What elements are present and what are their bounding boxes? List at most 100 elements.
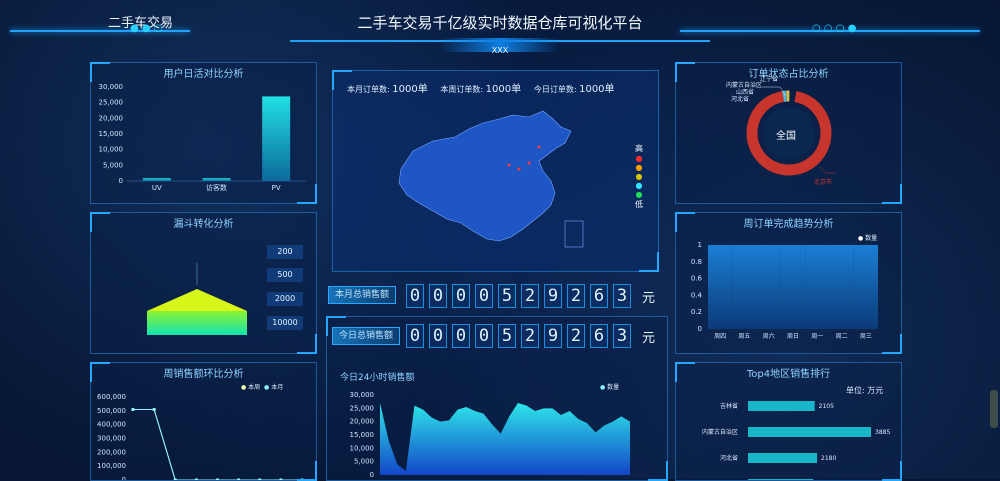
sales-digit: 0 <box>429 284 447 308</box>
sales-digit: 0 <box>452 284 470 308</box>
hourly-sales-title: 今日24小时销售额 <box>340 373 415 383</box>
donut-label-4: 河北省 <box>731 96 750 103</box>
y-tick-label: 20,000 <box>99 114 124 122</box>
top-regions-chart: 吉林省2105内蒙古自治区3885河北省2180天津市2058 <box>702 401 890 480</box>
south-sea-inset <box>564 220 584 248</box>
sales-digit: 0 <box>429 324 447 348</box>
bar <box>748 453 818 463</box>
sales-digit: 0 <box>406 284 424 308</box>
series-line <box>133 408 302 480</box>
sales-digit: 3 <box>613 284 631 308</box>
y-tick-label: 300,000 <box>97 435 126 443</box>
map-panel: 本月订单数: 1000单 本周订单数: 1000单 今日订单数: 1000单 高… <box>332 70 659 272</box>
sales-digit: 5 <box>498 284 516 308</box>
header: 二手车交易 ● ● ○ ○ ○ ○ ● 二手车交易千亿级实时数据仓库可视化平台 … <box>0 0 1000 55</box>
sales-digit: 2 <box>521 284 539 308</box>
y-tick-label: 0 <box>370 471 374 479</box>
y-tick-label: 0 <box>122 476 126 480</box>
y-tick-label: 0 <box>698 325 702 333</box>
y-tick-label: 0.6 <box>691 275 703 283</box>
y-tick-label: 25,000 <box>99 99 124 107</box>
funnel-value-2: 500 <box>267 268 303 282</box>
side-scroll-handle[interactable] <box>990 390 998 428</box>
y-tick-label: 0.8 <box>691 258 702 266</box>
heat-legend: 高 ● ● ● ● ● 低 <box>633 143 645 210</box>
today-sales-label: 今日总销售额 <box>332 327 401 345</box>
weekly-orders-panel: 周订单完成趋势分析 ● 数量 0 0.2 0.4 0.6 0.8 1 周四 周五 周六 周日 周一周… <box>675 212 902 354</box>
x-tick-label: 周一 <box>811 333 823 340</box>
hourly-sales-chart: 0 5,000 10,000 15,000 20,000 25,000 30,000 <box>350 391 630 479</box>
sales-digit: 6 <box>590 324 608 348</box>
bar <box>142 178 171 181</box>
x-tick-label: 周四 <box>714 333 726 340</box>
bar <box>756 245 781 329</box>
series-line <box>133 408 302 480</box>
sales-digit: 0 <box>452 324 470 348</box>
y-tick-label: 200,000 <box>97 448 126 456</box>
sales-digit: 5 <box>498 324 516 348</box>
funnel-top-shape <box>147 289 247 311</box>
series-point <box>152 407 156 412</box>
y-tick-label: 20,000 <box>350 418 375 426</box>
map-hotspot <box>537 145 541 149</box>
month-sales-unit: 元 <box>642 291 656 306</box>
bar <box>708 245 733 329</box>
today-sales-unit: 元 <box>642 331 656 346</box>
region-label: 吉林省 <box>720 402 738 410</box>
weekly-sales-chart: 0 100,000 200,000 300,000 400,000 500,000 600,… <box>97 393 304 480</box>
y-tick-label: 30,000 <box>350 391 375 399</box>
x-tick-label: 周日 <box>787 333 799 340</box>
x-tick-label: PV <box>272 184 281 192</box>
y-tick-label: 0.4 <box>691 291 703 299</box>
weekly-orders-chart: 0 0.2 0.4 0.6 0.8 1 周四 周五 周六 周日 周一 周二 周三 <box>691 241 878 340</box>
bar <box>780 245 806 329</box>
sales-digit: 3 <box>613 324 631 348</box>
y-tick-label: 5,000 <box>354 458 374 466</box>
y-tick-label: 100,000 <box>97 462 126 470</box>
y-tick-label: 15,000 <box>99 130 124 138</box>
order-status-panel: 订单状态占比分析 全国 辽宁省 内蒙古自治区 山西省 河北省 北京市 <box>675 62 902 204</box>
bar <box>748 479 814 480</box>
subtitle: XXX <box>491 46 509 55</box>
user-activity-chart: 0 5,000 10,000 15,000 20,000 25,000 30,000 UV 访客… <box>99 83 306 192</box>
china-map[interactable] <box>333 71 658 271</box>
legend-dot-3: ● <box>635 172 643 181</box>
legend-dot-1: ● <box>635 154 643 163</box>
y-tick-label: 10,000 <box>350 444 375 452</box>
map-hotspot <box>517 167 521 171</box>
data-label: 2180 <box>821 455 836 462</box>
y-tick-label: 0.2 <box>691 308 702 316</box>
sales-digit: 9 <box>544 284 562 308</box>
month-sales-label: 本月总销售额 <box>328 286 397 304</box>
user-activity-panel: 用户日活对比分析 0 5,000 10,000 15,000 20,000 25,000 3… <box>90 62 317 204</box>
region-label: 内蒙古自治区 <box>702 428 738 436</box>
y-tick-label: 1 <box>698 241 702 249</box>
bar <box>805 245 830 329</box>
area-series <box>380 403 630 475</box>
sales-digit: 0 <box>475 324 493 348</box>
sales-digit: 0 <box>406 324 424 348</box>
series-point <box>131 407 135 412</box>
y-tick-label: 600,000 <box>97 393 126 401</box>
y-tick-label: 25,000 <box>350 404 375 412</box>
x-tick-label: 周三 <box>860 333 872 340</box>
region-label: 河北省 <box>720 454 738 462</box>
y-tick-label: 15,000 <box>350 431 375 439</box>
top-regions-panel: Top4地区销售排行 单位: 万元 吉林省 2105 内蒙古自治区 3885 河北省 21… <box>675 362 902 481</box>
funnel-bottom-shape <box>147 311 247 335</box>
funnel-panel: 漏斗转化分析 200 500 2000 10000 <box>90 212 317 354</box>
x-tick-label: 周二 <box>836 333 848 340</box>
donut-label-5: 北京市 <box>814 179 833 186</box>
y-tick-label: 500,000 <box>97 407 126 415</box>
data-label: 2105 <box>819 403 834 410</box>
donut-label-1: 辽宁省 <box>760 76 779 83</box>
funnel-value-3: 2000 <box>267 292 303 306</box>
data-label: 3885 <box>875 429 890 436</box>
legend-high: 高 <box>635 144 643 153</box>
y-tick-label: 0 <box>119 177 123 185</box>
x-tick-label: 访客数 <box>206 183 227 192</box>
donut-center-label: 全国 <box>776 131 796 142</box>
bar <box>748 401 815 411</box>
x-tick-label: 周五 <box>738 333 750 340</box>
funnel-value-4: 10000 <box>267 316 303 330</box>
